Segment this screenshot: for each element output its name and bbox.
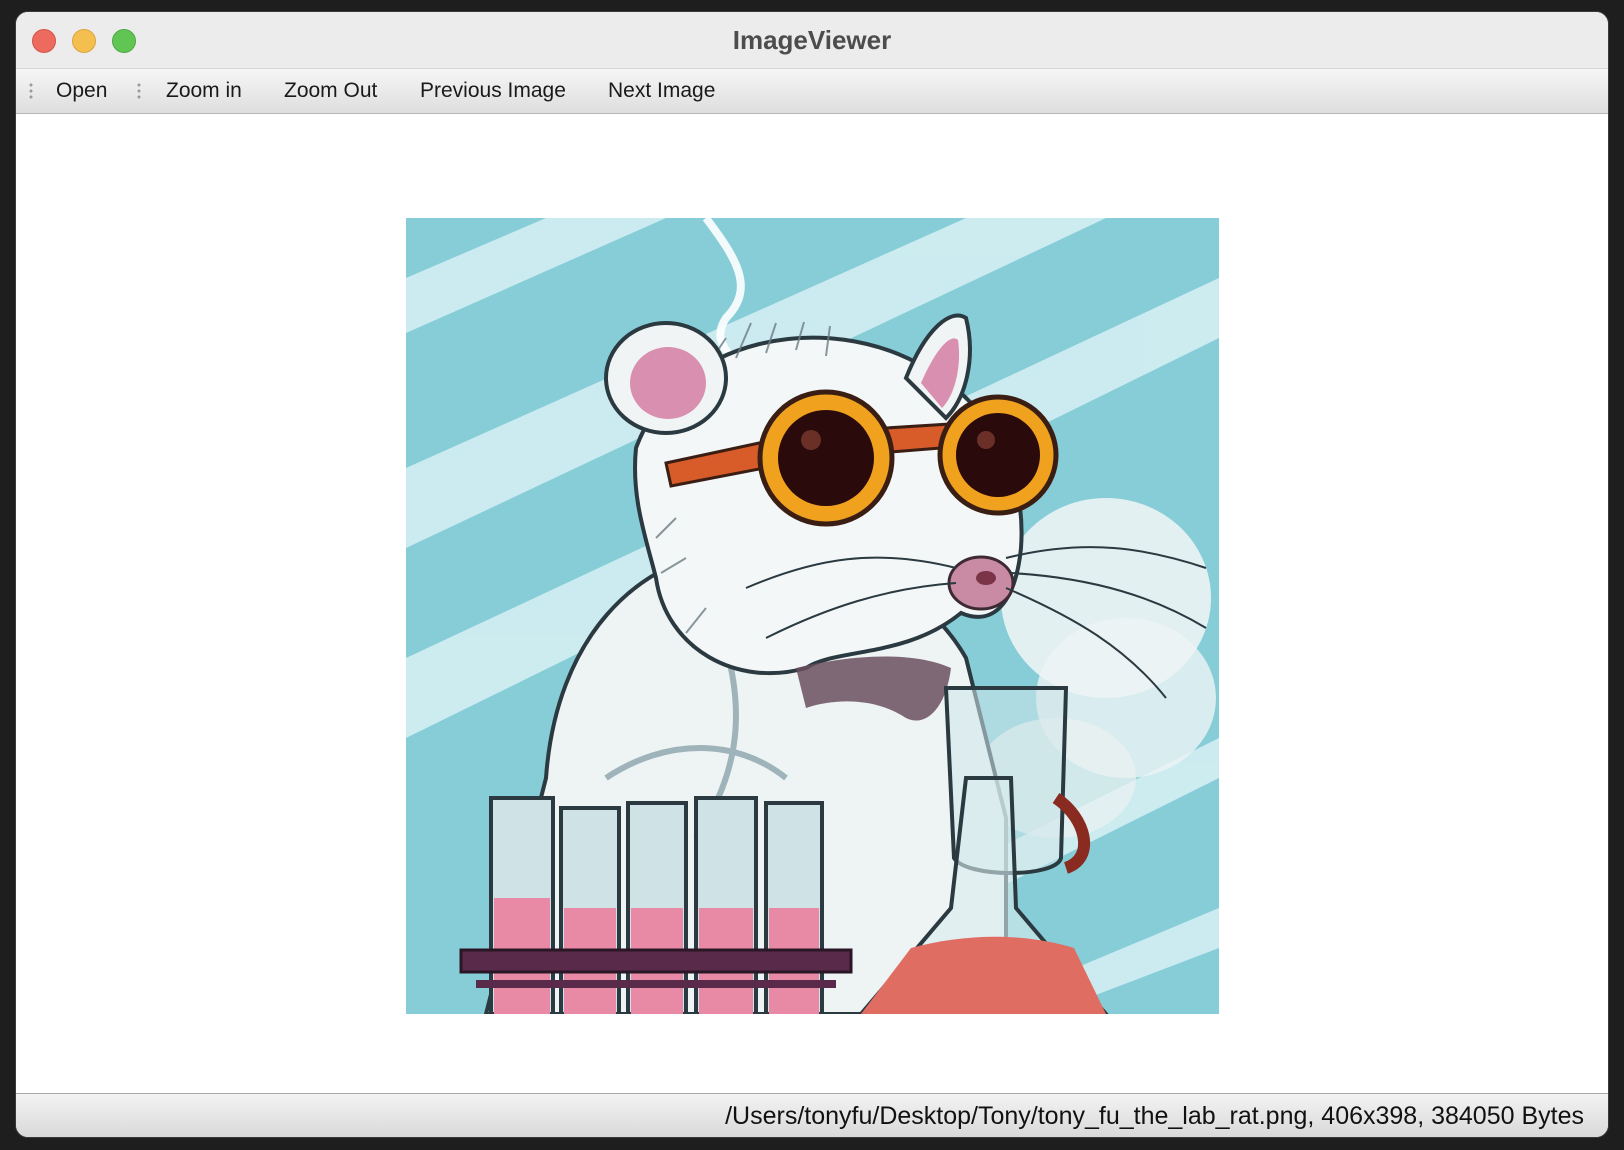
zoom-out-button[interactable]: Zoom Out — [284, 69, 377, 113]
window-title: ImageViewer — [732, 25, 892, 55]
open-button[interactable]: Open — [56, 69, 107, 113]
image-viewer-window: ImageViewer Open Zoom in Zoom Out Previo… — [16, 12, 1608, 1137]
title-bar: ImageViewer — [16, 12, 1608, 69]
lab-rat-illustration — [406, 218, 1219, 1014]
toolbar: Open Zoom in Zoom Out Previous Image Nex… — [16, 69, 1608, 114]
previous-image-button[interactable]: Previous Image — [420, 69, 566, 113]
status-bar: /Users/tonyfu/Desktop/Tony/tony_fu_the_l… — [16, 1093, 1608, 1137]
toolbar-grip-handle[interactable] — [137, 82, 141, 100]
next-image-button[interactable]: Next Image — [608, 69, 715, 113]
image-scroll-area[interactable] — [16, 114, 1608, 1094]
toolbar-grip-handle[interactable] — [29, 82, 33, 100]
zoom-in-button[interactable]: Zoom in — [166, 69, 242, 113]
displayed-image — [406, 218, 1219, 1014]
status-file-info: /Users/tonyfu/Desktop/Tony/tony_fu_the_l… — [725, 1102, 1584, 1130]
